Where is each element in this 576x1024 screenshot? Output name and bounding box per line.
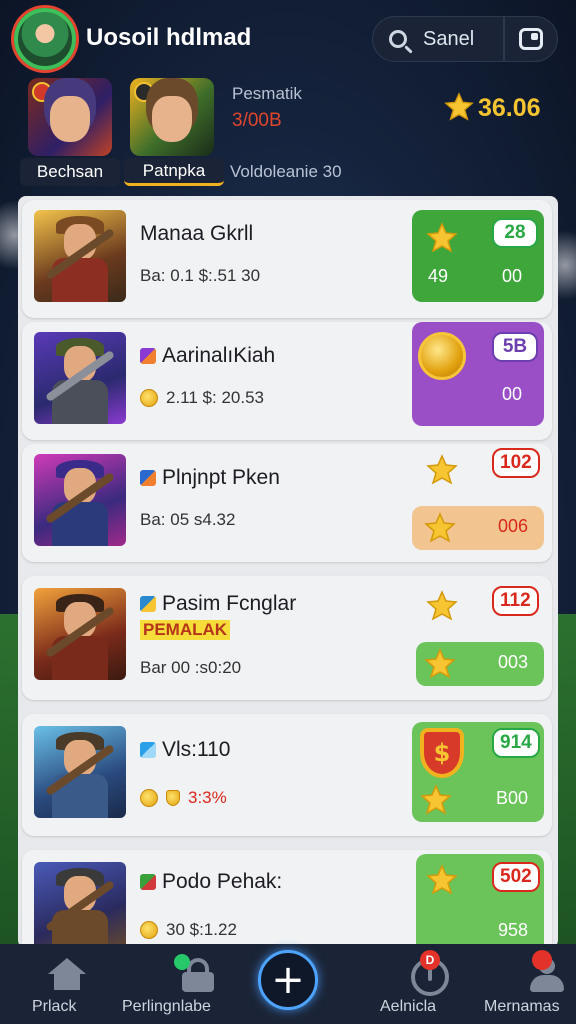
score-badge: 112 bbox=[492, 586, 539, 616]
nav-label: Aelnicla bbox=[380, 998, 437, 1015]
item-title: Vls:110 bbox=[140, 738, 231, 762]
fire-badge-icon bbox=[32, 82, 52, 102]
hero-portrait-icon bbox=[50, 96, 90, 142]
featured-label-1[interactable]: Bechsan bbox=[20, 158, 120, 186]
coin-icon bbox=[140, 921, 158, 939]
flag-icon bbox=[140, 742, 156, 758]
shield-icon: $ bbox=[420, 728, 464, 778]
coin-balance: 36.06 bbox=[478, 94, 541, 122]
notification-badge: D bbox=[420, 950, 440, 970]
game-thumbnail bbox=[34, 588, 126, 680]
online-dot bbox=[174, 954, 190, 970]
featured-sub-title: Pesmatik bbox=[232, 84, 302, 103]
game-thumbnail bbox=[34, 454, 126, 546]
nav-label: Prlack bbox=[32, 998, 77, 1015]
list-item[interactable]: Manaa Gkrll Ba: 0.1 $:.51 30 28 49 00 bbox=[22, 200, 552, 318]
nav-label: Mernamas bbox=[484, 998, 560, 1015]
notification-badge bbox=[532, 950, 552, 970]
nav-item-home[interactable]: Prlack bbox=[20, 944, 86, 1024]
featured-tile-1[interactable] bbox=[28, 78, 112, 156]
coin-icon bbox=[140, 389, 158, 407]
score-badge: 28 bbox=[492, 218, 538, 248]
item-title: Podo Pehak: bbox=[140, 870, 282, 894]
featured-label-2[interactable]: Patnpka bbox=[124, 158, 224, 186]
star-icon bbox=[444, 92, 474, 121]
flag-icon bbox=[140, 348, 156, 364]
star-icon bbox=[424, 648, 456, 679]
item-tag: PEMALAK bbox=[140, 620, 231, 640]
add-button[interactable]: + bbox=[258, 950, 318, 1010]
search-button[interactable]: Sanel bbox=[372, 16, 504, 62]
search-icon bbox=[389, 30, 407, 48]
star-icon bbox=[426, 864, 458, 895]
item-title: AarinalıKiah bbox=[140, 344, 275, 368]
star-icon bbox=[426, 590, 458, 621]
score-badge: 102 bbox=[492, 448, 540, 478]
game-list: Manaa Gkrll Ba: 0.1 $:.51 30 28 49 00 Aa… bbox=[18, 196, 558, 948]
star-icon bbox=[424, 512, 456, 543]
bottom-nav: Prlack Perlingnlabe + D Aelnicla Mernama… bbox=[0, 944, 576, 1024]
coin-icon bbox=[140, 789, 158, 807]
home-icon bbox=[48, 958, 86, 990]
game-thumbnail bbox=[34, 332, 126, 424]
box-value-right: 006 bbox=[498, 516, 529, 536]
box-value-right: B00 bbox=[496, 788, 529, 808]
item-meta: Ba: 05 s4.32 bbox=[140, 510, 236, 529]
nav-label: Perlingnlabe bbox=[122, 998, 211, 1015]
star-icon bbox=[426, 222, 458, 253]
user-avatar[interactable] bbox=[14, 8, 76, 70]
nav-item-activity[interactable]: D Aelnicla bbox=[370, 944, 450, 1024]
app-title: Uosoil hdlmad bbox=[86, 24, 252, 51]
item-meta: Bar 00 :s0:20 bbox=[140, 658, 242, 677]
app-header: Uosoil hdlmad Sanel bbox=[0, 0, 576, 78]
list-item[interactable]: AarinalıKiah 2.11 $: 20.53 5B 00 bbox=[22, 322, 552, 440]
cast-button[interactable] bbox=[504, 16, 558, 62]
item-meta: 2.11 $: 20.53 bbox=[140, 388, 264, 408]
item-meta: Ba: 0.1 $:.51 30 bbox=[140, 266, 261, 285]
list-item[interactable]: Vls:110 3:3% $ 914 B00 bbox=[22, 714, 552, 836]
star-icon bbox=[426, 454, 458, 485]
flag-icon bbox=[140, 874, 156, 890]
star-icon bbox=[420, 784, 452, 815]
item-meta: 30 $:1.22 bbox=[140, 920, 237, 940]
box-value-right: 003 bbox=[498, 652, 529, 672]
score-badge: 5B bbox=[492, 332, 538, 362]
score-badge: 914 bbox=[492, 728, 540, 758]
cast-icon bbox=[519, 28, 543, 50]
search-label: Sanel bbox=[423, 27, 475, 50]
game-thumbnail bbox=[34, 862, 126, 948]
box-value-left: 49 bbox=[428, 266, 449, 286]
shield-mini-icon bbox=[166, 790, 180, 806]
crown-badge-icon bbox=[134, 82, 154, 102]
medal-icon bbox=[418, 332, 466, 380]
box-value-right: 00 bbox=[502, 266, 523, 286]
list-item[interactable]: Pasim Fcnglar PEMALAK Bar 00 :s0:20 112 … bbox=[22, 576, 552, 700]
score-badge: 502 bbox=[492, 862, 540, 892]
flag-icon bbox=[140, 596, 156, 612]
featured-tile-tag: HU60 bbox=[156, 82, 185, 94]
item-title: Manaa Gkrll bbox=[140, 222, 254, 245]
game-thumbnail bbox=[34, 210, 126, 302]
item-title: Pasim Fcnglar bbox=[140, 592, 296, 616]
hero-portrait-icon bbox=[152, 96, 192, 142]
nav-item-lock[interactable]: Perlingnlabe bbox=[118, 944, 218, 1024]
box-value-right: 00 bbox=[502, 384, 523, 404]
featured-caption: Voldoleanie 30 bbox=[230, 162, 342, 181]
nav-item-profile[interactable]: Mernamas bbox=[480, 944, 566, 1024]
box-value-right: 958 bbox=[498, 920, 529, 940]
featured-row: HU60 Bechsan Patnpka Pesmatik 3/00B Vold… bbox=[0, 78, 576, 190]
list-item[interactable]: Podo Pehak: 30 $:1.22 502 958 bbox=[22, 850, 552, 948]
game-thumbnail bbox=[34, 726, 126, 818]
item-title: Plnjnpt Pken bbox=[140, 466, 280, 490]
flag-icon bbox=[140, 470, 156, 486]
item-meta: 3:3% bbox=[140, 788, 227, 808]
featured-sub-value: 3/00B bbox=[232, 110, 282, 131]
featured-tile-2[interactable]: HU60 bbox=[130, 78, 214, 156]
list-item[interactable]: Plnjnpt Pken Ba: 05 s4.32 102 006 bbox=[22, 444, 552, 562]
plus-icon: + bbox=[271, 957, 305, 1003]
